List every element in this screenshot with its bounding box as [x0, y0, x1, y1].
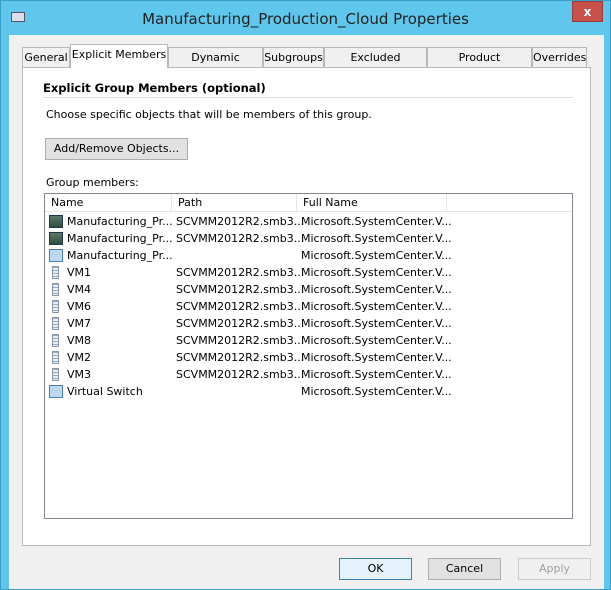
vm-icon [52, 351, 59, 364]
list-item[interactable]: Manufacturing_Pr... Microsoft.SystemCent… [45, 247, 572, 264]
item-name: VM7 [67, 317, 92, 330]
list-item[interactable]: VM4 SCVMM2012R2.smb3... Microsoft.System… [45, 281, 572, 298]
divider [43, 97, 573, 98]
list-item[interactable]: VM8 SCVMM2012R2.smb3... Microsoft.System… [45, 332, 572, 349]
tab-dynamic-members[interactable]: Dynamic Members [168, 47, 263, 83]
switch-icon [49, 385, 63, 398]
vm-icon [52, 283, 59, 296]
item-full-name: Microsoft.SystemCenter.V... [301, 317, 452, 330]
item-path: SCVMM2012R2.smb3... [176, 334, 305, 347]
group-members-list[interactable]: Name Path Full Name Manufacturing_Pr... … [44, 193, 573, 519]
item-full-name: Microsoft.SystemCenter.V... [301, 283, 452, 296]
item-full-name: Microsoft.SystemCenter.V... [301, 249, 452, 262]
tab-subgroups[interactable]: Subgroups [263, 47, 324, 67]
apply-button[interactable]: Apply [518, 558, 591, 580]
item-path: SCVMM2012R2.smb3... [176, 368, 305, 381]
column-header-full-name[interactable]: Full Name [297, 194, 447, 212]
properties-window: Manufacturing_Production_Cloud Propertie… [0, 0, 611, 590]
list-item[interactable]: VM1 SCVMM2012R2.smb3... Microsoft.System… [45, 264, 572, 281]
item-name: VM8 [67, 334, 92, 347]
item-name: Manufacturing_Pr... [67, 232, 173, 245]
item-full-name: Microsoft.SystemCenter.V... [301, 300, 452, 313]
vm-icon [52, 300, 59, 313]
vm-icon [52, 334, 59, 347]
item-full-name: Microsoft.SystemCenter.V... [301, 266, 452, 279]
vm-icon [52, 317, 59, 330]
item-path: SCVMM2012R2.smb3... [176, 232, 305, 245]
envelope-icon [11, 12, 25, 22]
item-path: SCVMM2012R2.smb3... [176, 317, 305, 330]
tab-general[interactable]: General [22, 47, 70, 67]
list-item[interactable]: VM6 SCVMM2012R2.smb3... Microsoft.System… [45, 298, 572, 315]
list-item[interactable]: Manufacturing_Pr... SCVMM2012R2.smb3... … [45, 230, 572, 247]
tab-panel-explicit-members: Explicit Group Members (optional) Choose… [22, 67, 591, 546]
switch-icon [49, 249, 63, 262]
tab-overrides[interactable]: Overrides [532, 47, 587, 67]
list-item[interactable]: VM2 SCVMM2012R2.smb3... Microsoft.System… [45, 349, 572, 366]
window-title: Manufacturing_Production_Cloud Propertie… [142, 10, 469, 28]
dialog-body: GeneralExplicit MembersDynamic MembersSu… [9, 35, 604, 589]
list-item[interactable]: Virtual Switch Microsoft.SystemCenter.V.… [45, 383, 572, 400]
add-remove-objects-button[interactable]: Add/Remove Objects... [45, 138, 188, 160]
server-icon [49, 215, 63, 228]
list-item[interactable]: VM3 SCVMM2012R2.smb3... Microsoft.System… [45, 366, 572, 383]
item-full-name: Microsoft.SystemCenter.V... [301, 368, 452, 381]
description: Choose specific objects that will be mem… [46, 108, 372, 121]
item-name: VM2 [67, 351, 92, 364]
tab-explicit-members[interactable]: Explicit Members [70, 44, 168, 68]
item-name: VM3 [67, 368, 92, 381]
vm-icon [52, 266, 59, 279]
list-item[interactable]: Manufacturing_Pr... SCVMM2012R2.smb3... … [45, 213, 572, 230]
group-members-label: Group members: [46, 176, 139, 189]
item-path: SCVMM2012R2.smb3... [176, 351, 305, 364]
vm-icon [52, 368, 59, 381]
item-name: Manufacturing_Pr... [67, 215, 173, 228]
item-name: VM1 [67, 266, 92, 279]
server-icon [49, 232, 63, 245]
column-header-name[interactable]: Name [45, 194, 172, 212]
item-name: VM6 [67, 300, 92, 313]
item-name: Virtual Switch [67, 385, 143, 398]
list-header: Name Path Full Name [45, 194, 572, 212]
item-full-name: Microsoft.SystemCenter.V... [301, 215, 452, 228]
item-path: SCVMM2012R2.smb3... [176, 283, 305, 296]
item-path: SCVMM2012R2.smb3... [176, 300, 305, 313]
column-header-path[interactable]: Path [172, 194, 297, 212]
item-path: SCVMM2012R2.smb3... [176, 215, 305, 228]
tab-product-knowledge[interactable]: Product Knowledge [427, 47, 532, 83]
item-full-name: Microsoft.SystemCenter.V... [301, 385, 452, 398]
list-item[interactable]: VM7 SCVMM2012R2.smb3... Microsoft.System… [45, 315, 572, 332]
section-heading: Explicit Group Members (optional) [43, 81, 266, 95]
item-full-name: Microsoft.SystemCenter.V... [301, 351, 452, 364]
item-full-name: Microsoft.SystemCenter.V... [301, 232, 452, 245]
tab-excluded-members[interactable]: Excluded Members [324, 47, 427, 83]
item-path: SCVMM2012R2.smb3... [176, 266, 305, 279]
item-full-name: Microsoft.SystemCenter.V... [301, 334, 452, 347]
cancel-button[interactable]: Cancel [428, 558, 501, 580]
close-button[interactable]: x [572, 1, 603, 22]
item-name: VM4 [67, 283, 92, 296]
ok-button[interactable]: OK [339, 558, 412, 580]
item-name: Manufacturing_Pr... [67, 249, 173, 262]
